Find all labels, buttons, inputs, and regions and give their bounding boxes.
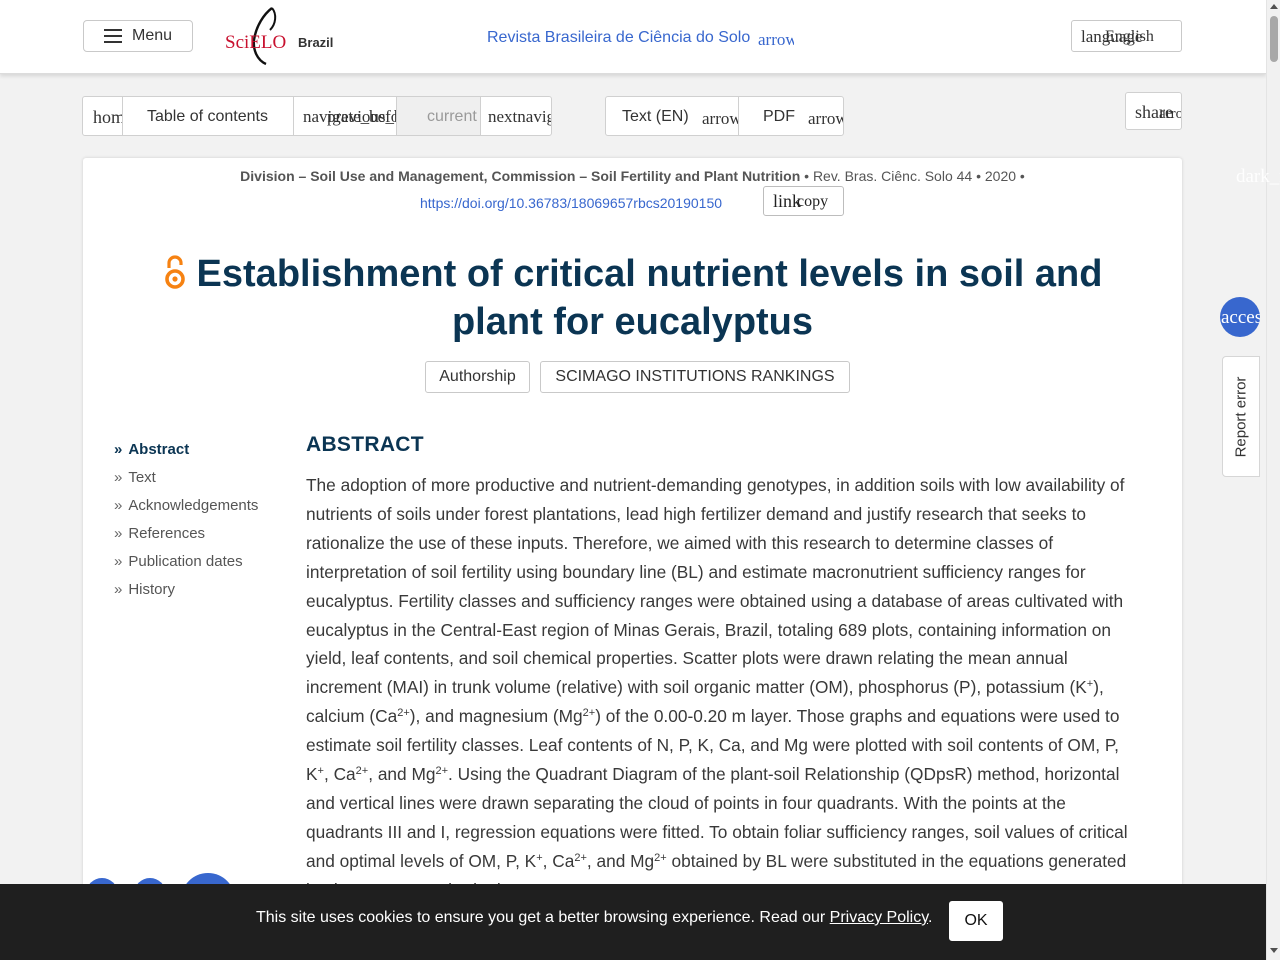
navigate-next-icon: nextnavigate_next: [488, 107, 551, 126]
accessibility-button[interactable]: accessibility: [1220, 297, 1260, 337]
toc-bullet-icon: »: [114, 441, 123, 458]
dark-mode-icon[interactable]: dark_mode: [1236, 166, 1280, 188]
home-button[interactable]: home: [83, 97, 123, 135]
text-format-button[interactable]: Text (EN) arrow_drop_down: [606, 97, 739, 135]
hamburger-icon: [103, 29, 122, 43]
language-selector[interactable]: language English: [1071, 20, 1182, 52]
menu-button[interactable]: Menu: [83, 20, 193, 52]
pdf-label: PDF: [763, 108, 795, 125]
journal-link[interactable]: Revista Brasileira de Ciência do Solo: [487, 29, 750, 47]
table-of-contents-label: Table of contents: [147, 108, 268, 125]
share-dropdown-icon: arrow_drop_down: [1159, 106, 1181, 122]
abstract-heading: ABSTRACT: [306, 433, 424, 456]
share-button[interactable]: share arrow_drop_down: [1125, 92, 1182, 130]
pdf-dropdown-icon: arrow_drop_down: [808, 109, 843, 128]
article-meta: Division – Soil Use and Management, Comm…: [83, 168, 1182, 184]
toc-item-text[interactable]: » Text: [114, 464, 284, 492]
cookie-banner: This site uses cookies to ensure you get…: [0, 884, 1266, 960]
report-error-tab[interactable]: Report error: [1222, 356, 1260, 477]
page-scrollbar[interactable]: [1266, 0, 1280, 960]
citation-text: • Rev. Bras. Ciênc. Solo 44 • 2020 •: [800, 168, 1025, 184]
previous-button[interactable]: navigate_before previous_before: [294, 97, 397, 135]
journal-arrow-icon[interactable]: arrow_drop_down: [758, 30, 794, 50]
article-title-text: Establishment of critical nutrient level…: [196, 253, 1103, 343]
section-menu: » Abstract » Text » Acknowledgements » Refer…: [114, 436, 284, 604]
top-header: Menu SciELO Brazil Revista Brasileira de…: [0, 0, 1266, 74]
scielo-wordmark: SciELO: [225, 32, 287, 53]
copy-link-button[interactable]: link copy: [763, 186, 844, 216]
toc-bullet-icon: »: [114, 469, 123, 486]
text-format-label: Text (EN): [622, 108, 689, 125]
cookie-message: This site uses cookies to ensure you get…: [256, 909, 933, 926]
article-title: Establishment of critical nutrient level…: [143, 250, 1122, 346]
toc-bullet-icon: »: [114, 581, 123, 598]
article-card: Division – Soil Use and Management, Comm…: [83, 158, 1182, 960]
scimago-rankings-button[interactable]: SCIMAGO INSTITUTIONS RANKINGS: [540, 361, 850, 393]
accessibility-icon: accessibility: [1221, 307, 1260, 328]
toc-bullet-icon: »: [114, 525, 123, 542]
table-of-contents-button[interactable]: Table of contents: [123, 97, 294, 135]
current-issue-button: current: [397, 97, 481, 135]
current-label: current: [427, 108, 477, 125]
privacy-policy-link[interactable]: Privacy Policy: [830, 909, 928, 926]
toc-item-publication-dates[interactable]: » Publication dates: [114, 548, 284, 576]
toc-bullet-icon: »: [114, 497, 123, 514]
toc-item-references[interactable]: » References: [114, 520, 284, 548]
pdf-button[interactable]: PDF arrow_drop_down: [739, 97, 843, 135]
scroll-down-icon[interactable]: [1270, 948, 1278, 953]
text-dropdown-icon: arrow_drop_down: [702, 109, 738, 128]
toc-bullet-icon: »: [114, 553, 123, 570]
scroll-thumb[interactable]: [1270, 16, 1278, 62]
next-button[interactable]: nextnavigate_next: [481, 97, 551, 135]
menu-label: Menu: [131, 27, 173, 44]
scroll-up-icon[interactable]: [1270, 4, 1278, 9]
abstract-text: The adoption of more productive and nutr…: [306, 475, 1128, 900]
copy-label: copy: [797, 193, 829, 210]
authorship-button[interactable]: Authorship: [425, 361, 530, 393]
collection-country: Brazil: [298, 35, 334, 50]
language-label: English: [1105, 28, 1154, 45]
report-error-label: Report error: [1232, 376, 1250, 457]
toc-item-acknowledgements[interactable]: » Acknowledgements: [114, 492, 284, 520]
previous-icon: previous_before: [327, 107, 396, 126]
division-text: Division – Soil Use and Management, Comm…: [240, 168, 801, 184]
home-icon: home: [93, 107, 122, 127]
format-selector: Text (EN) arrow_drop_down PDF arrow_drop…: [605, 96, 844, 136]
cookie-ok-button[interactable]: OK: [949, 901, 1003, 941]
toc-item-abstract[interactable]: » Abstract: [114, 436, 284, 464]
doi-link[interactable]: https://doi.org/10.36783/18069657rbcs201…: [420, 195, 722, 211]
toc-item-history[interactable]: » History: [114, 576, 284, 604]
issue-navigation: home Table of contents navigate_before p…: [82, 96, 552, 136]
open-access-icon: [164, 255, 185, 289]
